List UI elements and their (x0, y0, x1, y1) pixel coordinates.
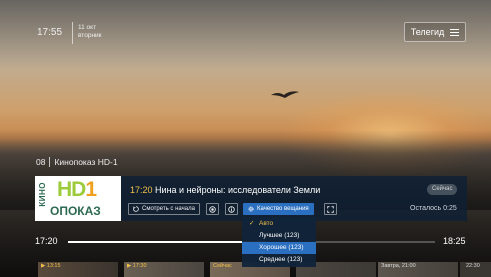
time-remaining: Осталось 0:25 (410, 205, 457, 212)
quality-option-good[interactable]: Хорошее (123) (242, 242, 316, 254)
quality-dropdown: ✓ Авто Лучшее (123) Хорошее (123) Средне… (242, 217, 316, 267)
info-icon (228, 205, 235, 213)
quality-option-label: Среднее (123) (259, 256, 303, 263)
progress-end-time: 18:25 (443, 236, 466, 246)
quality-option-label: Лучшее (123) (259, 232, 300, 239)
channel-line: 08 Кинопоказ HD-1 (36, 157, 118, 167)
logo-hd-number: 1 (85, 178, 97, 201)
quality-option-label: Хорошее (123) (259, 244, 304, 251)
thumbnail-caption: Завтра, 21:00 (381, 263, 416, 269)
thumbnail-caption: ▶ 17:30 (127, 263, 147, 269)
quality-option-medium[interactable]: Среднее (123) (242, 254, 316, 266)
restart-label: Смотреть с начала (142, 206, 195, 212)
fullscreen-button[interactable] (324, 203, 337, 215)
thumbnail-item[interactable]: ▶ 17:30 (124, 262, 204, 277)
thumbnail-item[interactable]: Завтра, 21:00 (378, 262, 458, 277)
channel-logo: КИНО HD1 ОПОКАЗ (35, 176, 121, 221)
progress-start-time: 17:20 (35, 236, 58, 246)
record-button[interactable] (206, 203, 219, 215)
check-icon: ✓ (249, 220, 255, 227)
thumbnail-caption: Сейчас (213, 263, 232, 269)
program-name: Нина и нейроны: исследователи Земли (155, 185, 321, 195)
thumbnail-item[interactable]: ▶ 13:15 (38, 262, 118, 277)
logo-kino-text: КИНО (38, 182, 47, 207)
fullscreen-icon (327, 205, 334, 213)
clock: 17:55 (37, 27, 63, 38)
logo-opokaz-text: ОПОКАЗ (50, 204, 101, 218)
thumbnail-caption: 22:30 (466, 263, 480, 269)
header-divider (72, 22, 73, 44)
quality-button[interactable]: Качество вещания (243, 203, 314, 215)
date-day: 11 окт (78, 24, 97, 31)
channel-divider (49, 157, 51, 167)
program-start-time: 17:20 (130, 185, 153, 195)
logo-hd-letters: HD (57, 178, 86, 201)
date-weekday: вторник (78, 32, 102, 39)
program-title: 17:20 Нина и нейроны: исследователи Земл… (130, 185, 320, 195)
quality-option-auto[interactable]: ✓ Авто (242, 218, 316, 230)
quality-option-label: Авто (259, 220, 274, 227)
progress-fill (68, 241, 267, 243)
restart-icon (133, 206, 139, 212)
thumbnail-caption: ▶ 13:15 (41, 263, 61, 269)
quality-option-best[interactable]: Лучшее (123) (242, 230, 316, 242)
quality-label: Качество вещания (257, 206, 309, 212)
info-button[interactable] (225, 203, 238, 215)
record-icon (209, 205, 216, 213)
logo-hd-text: HD1 (57, 178, 97, 202)
menu-icon (450, 28, 460, 36)
teleguide-button[interactable]: Телегид (404, 22, 466, 42)
now-badge: Сейчас (427, 184, 458, 195)
channel-number: 08 (36, 157, 46, 167)
teleguide-label: Телегид (410, 27, 445, 37)
date-block: 11 окт вторник (78, 24, 102, 40)
gear-icon (248, 206, 254, 212)
thumbnail-item[interactable]: 22:30 (460, 262, 491, 277)
channel-name: Кинопоказ HD-1 (54, 157, 118, 167)
restart-button[interactable]: Смотреть с начала (128, 203, 200, 215)
